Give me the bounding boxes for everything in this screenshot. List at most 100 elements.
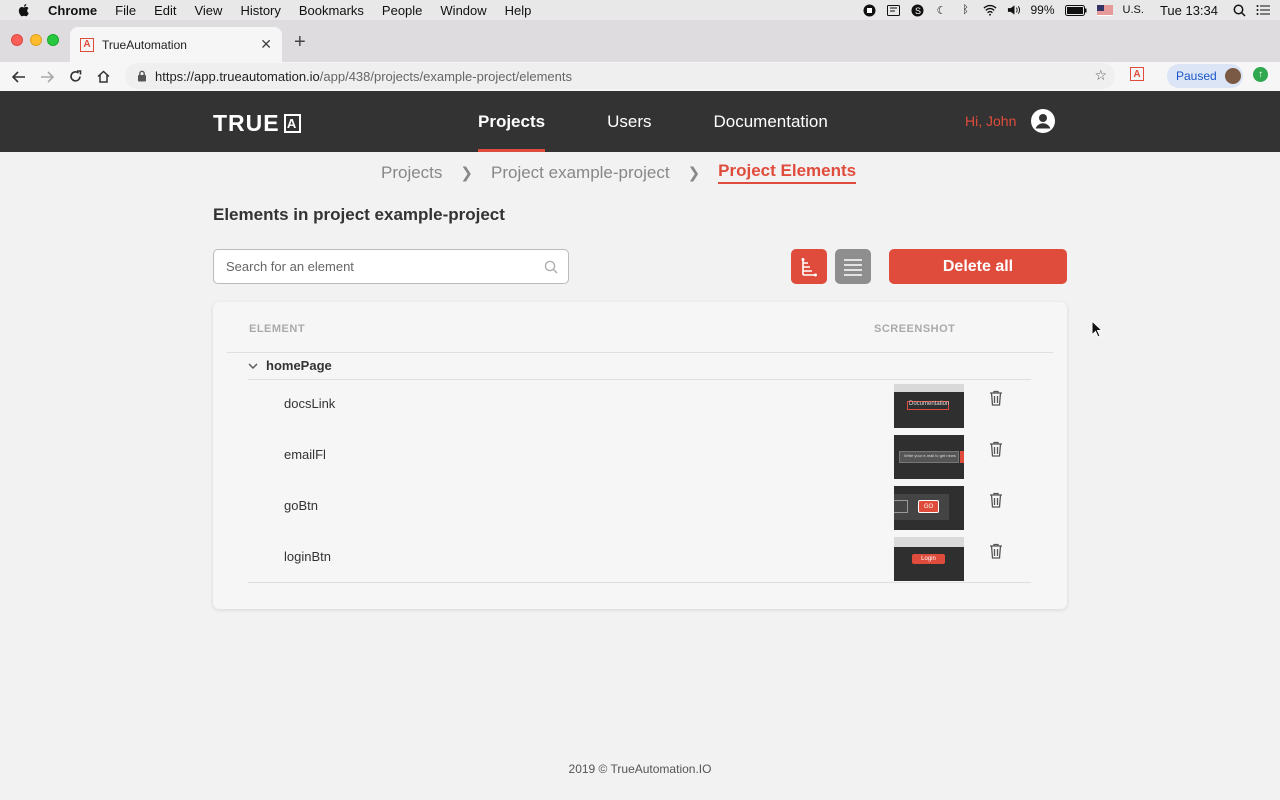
page-title: Elements in project example-project (213, 205, 505, 224)
menu-people[interactable]: People (382, 3, 422, 18)
clock[interactable]: Tue 13:34 (1160, 3, 1218, 18)
window-minimize-button[interactable] (30, 34, 42, 46)
chevron-down-icon[interactable] (248, 362, 258, 370)
menu-history[interactable]: History (240, 3, 280, 18)
timemachine-icon[interactable] (887, 3, 901, 17)
skype-icon[interactable]: S (911, 3, 925, 17)
nav-users[interactable]: Users (607, 91, 651, 152)
update-extension-icon[interactable]: ↑ (1253, 67, 1268, 82)
element-name[interactable]: emailFl (284, 447, 326, 462)
record-icon[interactable] (863, 3, 877, 17)
thumb-text: Write your e-mail to get news (904, 453, 956, 458)
trash-icon[interactable] (989, 390, 1003, 406)
search-icon[interactable] (544, 260, 558, 274)
battery-icon[interactable] (1064, 3, 1087, 17)
menu-edit[interactable]: Edit (154, 3, 176, 18)
logo-box-icon: A (283, 114, 301, 133)
bookmark-star-icon[interactable]: ☆ (1094, 67, 1107, 84)
thumb-text: Login (921, 556, 936, 562)
element-name[interactable]: loginBtn (284, 549, 331, 564)
profile-avatar (1224, 68, 1241, 84)
window-close-button[interactable] (11, 34, 23, 46)
main-nav: Projects Users Documentation (478, 91, 890, 152)
url-host: https://app.trueautomation.io (155, 68, 320, 84)
element-screenshot[interactable]: GO (894, 486, 964, 530)
spotlight-search-icon[interactable] (1232, 3, 1246, 17)
menu-bookmarks[interactable]: Bookmarks (299, 3, 364, 18)
lock-icon[interactable] (137, 70, 147, 82)
divider (227, 352, 1053, 353)
home-icon[interactable] (89, 63, 117, 91)
column-header-element: ELEMENT (249, 323, 306, 335)
menu-view[interactable]: View (194, 3, 222, 18)
trueautomation-logo[interactable]: TRUE A (213, 110, 301, 137)
input-source-label[interactable]: U.S. (1123, 4, 1144, 16)
thumb-accent (960, 451, 964, 463)
thumb-bar (894, 384, 964, 392)
menu-file[interactable]: File (115, 3, 136, 18)
thumb-input (894, 500, 908, 513)
nav-projects[interactable]: Projects (478, 91, 546, 152)
footer-copyright: 2019 © TrueAutomation.IO (568, 762, 712, 776)
menu-help[interactable]: Help (505, 3, 532, 18)
element-search (213, 249, 569, 284)
volume-icon[interactable] (1007, 3, 1021, 17)
breadcrumb-projects[interactable]: Projects (381, 163, 442, 183)
wifi-icon[interactable] (982, 3, 997, 17)
trash-icon[interactable] (989, 441, 1003, 457)
profile-paused-button[interactable]: Paused (1167, 64, 1243, 88)
thumb-bar (894, 537, 964, 547)
table-row[interactable]: goBtn GO (248, 482, 1031, 532)
breadcrumb-current[interactable]: Project Elements (718, 161, 857, 184)
reload-icon[interactable] (61, 63, 89, 91)
list-view-button[interactable] (835, 249, 871, 284)
menu-app-name[interactable]: Chrome (48, 3, 97, 18)
browser-tab[interactable]: A TrueAutomation ✕ (70, 27, 282, 62)
breadcrumb-project[interactable]: Project example-project (491, 163, 670, 183)
new-tab-icon[interactable]: + (294, 31, 306, 54)
tree-view-button[interactable] (791, 249, 827, 284)
back-icon[interactable] (5, 63, 33, 91)
profile-paused-label: Paused (1176, 69, 1217, 83)
notification-center-icon[interactable] (1256, 3, 1270, 17)
svg-text:S: S (915, 6, 921, 16)
user-greeting[interactable]: Hi, John (965, 113, 1016, 129)
element-name[interactable]: docsLink (284, 396, 335, 411)
table-row[interactable]: loginBtn Login (248, 533, 1031, 583)
thumb-text: Documentation (909, 401, 950, 407)
trash-icon[interactable] (989, 543, 1003, 559)
mouse-icon[interactable]: ☾ (935, 3, 949, 17)
forward-icon[interactable] (33, 63, 61, 91)
element-group-homepage[interactable]: homePage (248, 358, 332, 373)
logo-text: TRUE (213, 110, 280, 136)
flag-us-icon[interactable] (1096, 3, 1113, 17)
trash-icon[interactable] (989, 492, 1003, 508)
element-screenshot[interactable]: Write your e-mail to get news (894, 435, 964, 479)
search-input[interactable] (226, 259, 544, 274)
menu-window[interactable]: Window (440, 3, 486, 18)
column-header-screenshot: SCREENSHOT (874, 323, 956, 335)
trueautomation-favicon-icon: A (80, 37, 94, 52)
browser-tabstrip: A TrueAutomation ✕ + (0, 20, 1280, 62)
thumb-text: GO (923, 503, 934, 510)
breadcrumb-chevron-icon: ❯ (460, 164, 473, 182)
nav-documentation[interactable]: Documentation (714, 91, 828, 152)
address-bar[interactable]: https://app.trueautomation.io/app/438/pr… (125, 63, 1115, 89)
bluetooth-icon[interactable]: ᛒ (959, 3, 973, 17)
thumb-login-button: Login (912, 554, 945, 564)
element-screenshot[interactable]: Login (894, 537, 964, 581)
apple-icon[interactable] (16, 2, 32, 18)
trueautomation-extension-icon[interactable]: A (1130, 67, 1144, 81)
table-row[interactable]: emailFl Write your e-mail to get news (248, 431, 1031, 481)
delete-all-button[interactable]: Delete all (889, 249, 1067, 284)
group-label: homePage (266, 358, 332, 373)
user-avatar-icon[interactable] (1031, 109, 1055, 133)
browser-toolbar: https://app.trueautomation.io/app/438/pr… (0, 62, 1280, 91)
element-screenshot[interactable]: Documentation (894, 384, 964, 428)
table-row[interactable]: docsLink Documentation (248, 380, 1031, 430)
tab-close-icon[interactable]: ✕ (260, 36, 272, 53)
battery-percent: 99% (1030, 3, 1055, 17)
tab-title: TrueAutomation (102, 37, 187, 52)
element-name[interactable]: goBtn (284, 498, 318, 513)
window-zoom-button[interactable] (47, 34, 59, 46)
